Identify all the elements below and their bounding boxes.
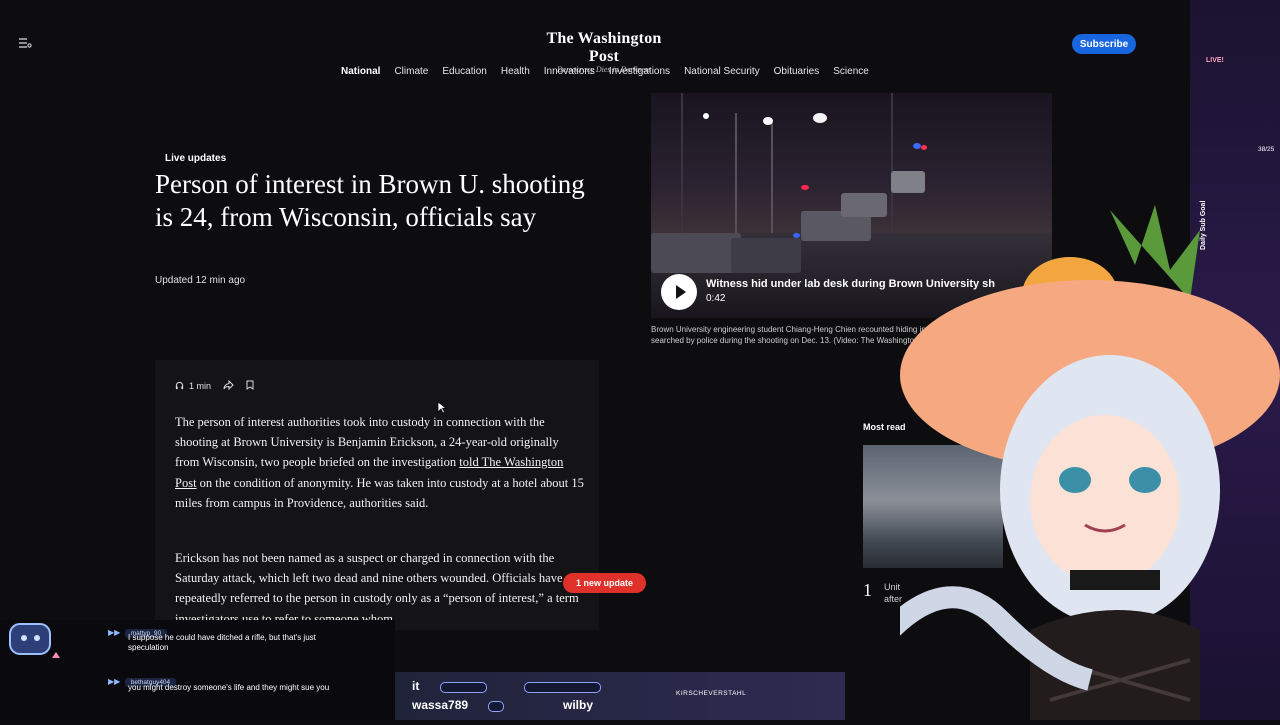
section-nav: National Climate Education Health Innova… xyxy=(334,66,876,77)
nav-item-national[interactable]: National xyxy=(334,66,387,77)
headphones-icon xyxy=(175,381,184,392)
article-headline: Person of interest in Brown U. shooting … xyxy=(155,169,585,232)
article-paragraph-1: The person of interest authorities took … xyxy=(175,412,585,513)
nav-item-innovations[interactable]: Innovations xyxy=(537,66,602,77)
menu-icon[interactable] xyxy=(18,36,32,48)
live-updates-label[interactable]: Live updates xyxy=(165,153,226,164)
most-read-title-line-1[interactable]: Unit xyxy=(884,582,900,592)
live-badge: LIVE! xyxy=(1206,57,1224,64)
ticker-name: KIRSCHEVERSTAHL xyxy=(676,690,747,697)
bottom-bar-meter-2 xyxy=(524,682,601,693)
play-button[interactable] xyxy=(661,274,697,310)
nav-item-national-security[interactable]: National Security xyxy=(677,66,767,77)
bottom-bar-name-2: wassa789 xyxy=(412,698,469,712)
article-paragraph-2: Erickson has not been named as a suspect… xyxy=(175,551,579,626)
nav-item-obituaries[interactable]: Obituaries xyxy=(767,66,827,77)
bottom-bar-meter-1 xyxy=(440,682,487,693)
bottom-bar-meter-3 xyxy=(488,701,504,712)
share-icon[interactable] xyxy=(223,379,234,392)
mascot-icon xyxy=(4,606,64,666)
vtuber-avatar xyxy=(882,190,1280,720)
bottom-bar-name-1: it xyxy=(412,679,420,693)
article-toolbar: 1 min xyxy=(175,379,254,392)
video-duration: 0:42 xyxy=(706,293,726,304)
nav-item-science[interactable]: Science xyxy=(826,66,876,77)
brand-name: The Washington Post xyxy=(546,30,662,65)
subscribe-button[interactable]: Subscribe xyxy=(1072,34,1136,54)
chat-arrow-icon: ▶▶ xyxy=(108,677,121,686)
bookmark-icon[interactable] xyxy=(246,380,254,392)
nav-item-climate[interactable]: Climate xyxy=(387,66,435,77)
chat-text: I suppose he could have ditched a rifle,… xyxy=(128,633,316,652)
nav-item-investigations[interactable]: Investigations xyxy=(602,66,677,77)
paragraph-1-text-b: on the condition of anonymity. He was ta… xyxy=(175,475,584,510)
play-icon xyxy=(675,285,686,299)
sub-goal-count: 38/25 xyxy=(1258,146,1275,153)
chat-arrow-icon: ▶▶ xyxy=(108,628,121,637)
mouse-cursor-icon xyxy=(437,401,448,419)
nav-item-health[interactable]: Health xyxy=(494,66,537,77)
stream-bottom-bar xyxy=(395,672,845,720)
chat-text: you might destroy someone's life and the… xyxy=(128,683,330,692)
updated-timestamp: Updated 12 min ago xyxy=(155,275,246,286)
listen-button[interactable]: 1 min xyxy=(175,381,211,392)
most-read-rank: 1 xyxy=(863,580,872,600)
new-update-button[interactable]: 1 new update xyxy=(563,573,646,593)
listen-time: 1 min xyxy=(189,381,212,391)
nav-item-education[interactable]: Education xyxy=(435,66,493,77)
bottom-bar-name-3: wilby xyxy=(563,698,594,712)
